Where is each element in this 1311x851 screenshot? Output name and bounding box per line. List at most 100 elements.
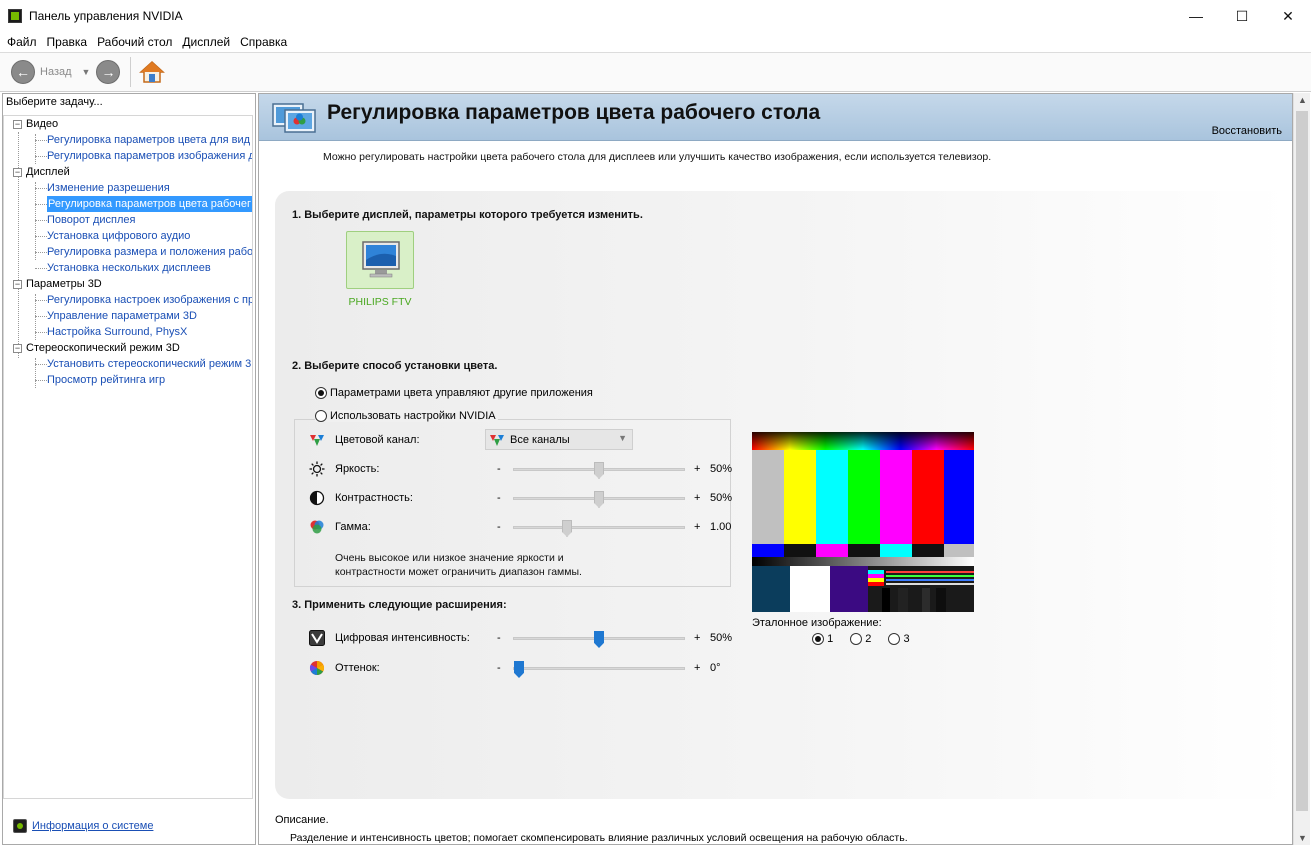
brightness-slider-thumb[interactable] — [594, 462, 604, 479]
menu-edit[interactable]: Правка — [42, 35, 93, 49]
digital-vibrance-slider[interactable] — [513, 631, 685, 648]
radio-nvidia-row[interactable]: Использовать настройки NVIDIA — [315, 410, 498, 422]
hue-minus[interactable]: - — [497, 662, 501, 674]
contrast-icon — [309, 490, 325, 506]
contrast-minus[interactable]: - — [497, 492, 501, 504]
forward-arrow-icon[interactable]: → — [96, 60, 121, 84]
reference-image-options: 1 2 3 — [812, 633, 910, 646]
reference-option-3[interactable]: 3 — [888, 633, 910, 646]
tree-item-manage-3d[interactable]: Управление параметрами 3D — [47, 308, 197, 324]
reference-radio-2[interactable] — [850, 633, 863, 646]
reference-radio-3[interactable] — [888, 633, 901, 646]
tree-item-video-image[interactable]: Регулировка параметров изображения д — [47, 148, 252, 164]
toolbar: ← Назад ▼ → — [0, 52, 1311, 92]
tree-item-game-ratings[interactable]: Просмотр рейтинга игр — [47, 372, 165, 388]
system-info-link[interactable]: Информация о системе — [32, 820, 153, 832]
step2-title: 2. Выберите способ установки цвета. — [292, 360, 498, 372]
minimize-button[interactable]: — — [1173, 0, 1219, 32]
tree-group-video[interactable]: − Видео — [13, 116, 58, 132]
reference-radio-1[interactable] — [812, 633, 824, 646]
collapse-icon[interactable]: − — [13, 279, 22, 289]
contrast-label: Контрастность: — [335, 492, 413, 504]
collapse-icon[interactable]: − — [13, 343, 22, 353]
radio-nvidia[interactable] — [315, 410, 327, 422]
system-info[interactable]: Информация о системе — [13, 819, 153, 833]
scroll-down-icon[interactable]: ▼ — [1298, 833, 1307, 843]
maximize-button[interactable]: ☐ — [1219, 0, 1265, 32]
home-icon[interactable] — [139, 60, 166, 84]
tree-group-label: Видео — [26, 118, 59, 130]
brightness-minus[interactable]: - — [497, 463, 501, 475]
contrast-plus[interactable]: + — [694, 492, 700, 504]
tree-item-multiple-displays[interactable]: Установка нескольких дисплеев — [47, 260, 211, 276]
gamma-plus[interactable]: + — [694, 521, 700, 533]
system-info-icon — [13, 819, 27, 833]
back-button-label[interactable]: Назад — [40, 66, 72, 78]
settings-panel: 1. Выберите дисплей, параметры которого … — [275, 191, 1290, 799]
scroll-thumb[interactable] — [1296, 111, 1308, 811]
contrast-slider[interactable] — [513, 491, 685, 508]
gamma-row: Гамма: - + 1.00 — [309, 518, 749, 537]
step3-title: 3. Применить следующие расширения: — [292, 599, 507, 611]
reference-option-label: 1 — [827, 633, 834, 645]
hue-plus[interactable]: + — [694, 662, 700, 674]
digital-vibrance-slider-thumb[interactable] — [594, 631, 604, 648]
tree-item-surround-physx[interactable]: Настройка Surround, PhysX — [47, 324, 187, 340]
digital-vibrance-row: Цифровая интенсивность: - + 50% — [309, 629, 749, 648]
display-name[interactable]: PHILIPS FTV — [345, 296, 415, 308]
tree-group-display[interactable]: − Дисплей — [13, 164, 70, 180]
tree-item-rotate-display[interactable]: Поворот дисплея — [47, 212, 135, 228]
gamma-minus[interactable]: - — [497, 521, 501, 533]
reference-test-pattern — [752, 432, 974, 612]
gamma-slider[interactable] — [513, 520, 685, 537]
tree-group-stereo[interactable]: − Стереоскопический режим 3D — [13, 340, 180, 356]
brightness-plus[interactable]: + — [694, 463, 700, 475]
hue-label: Оттенок: — [335, 662, 380, 674]
digital-vibrance-label: Цифровая интенсивность: — [335, 632, 470, 644]
tree-group-3d[interactable]: − Параметры 3D — [13, 276, 102, 292]
history-dropdown-icon[interactable]: ▼ — [82, 67, 91, 77]
tree-item-digital-audio[interactable]: Установка цифрового аудио — [47, 228, 190, 244]
menu-help[interactable]: Справка — [235, 35, 292, 49]
tree-item-change-resolution[interactable]: Изменение разрешения — [47, 180, 170, 196]
window-title: Панель управления NVIDIA — [29, 9, 183, 23]
brightness-slider[interactable] — [513, 462, 685, 479]
contrast-row: Контрастность: - + 50% — [309, 489, 749, 508]
description-text: Разделение и интенсивность цветов; помог… — [290, 832, 908, 844]
back-arrow-icon[interactable]: ← — [11, 60, 35, 84]
close-button[interactable]: ✕ — [1265, 0, 1311, 32]
hue-value: 0° — [710, 662, 721, 674]
tree-item-desktop-size[interactable]: Регулировка размера и положения рабо — [47, 244, 252, 260]
restore-button[interactable]: Восстановить — [1212, 125, 1282, 137]
hue-slider-thumb[interactable] — [514, 661, 524, 678]
contrast-slider-thumb[interactable] — [594, 491, 604, 508]
gamma-slider-thumb[interactable] — [562, 520, 572, 537]
display-tile[interactable] — [346, 231, 414, 289]
hue-row: Оттенок: - + 0° — [309, 659, 749, 678]
digital-vibrance-minus[interactable]: - — [497, 632, 501, 644]
menu-desktop[interactable]: Рабочий стол — [92, 35, 177, 49]
digital-vibrance-plus[interactable]: + — [694, 632, 700, 644]
gamma-label: Гамма: — [335, 521, 371, 533]
tree-item-3d-preview[interactable]: Регулировка настроек изображения с пр — [47, 292, 252, 308]
tree-item-set-stereo[interactable]: Установить стереоскопический режим 3 — [47, 356, 251, 372]
collapse-icon[interactable]: − — [13, 119, 22, 129]
tree-item-desktop-color[interactable]: Регулировка параметров цвета рабочег — [47, 196, 252, 212]
content-vertical-scrollbar[interactable]: ▲ ▼ — [1293, 93, 1310, 845]
tree-item-video-color[interactable]: Регулировка параметров цвета для вид — [47, 132, 250, 148]
menu-display[interactable]: Дисплей — [177, 35, 235, 49]
description-title: Описание. — [275, 814, 329, 826]
collapse-icon[interactable]: − — [13, 167, 22, 177]
color-channel-select[interactable]: Все каналы ▼ — [485, 429, 633, 450]
reference-option-2[interactable]: 2 — [850, 633, 871, 646]
scroll-up-icon[interactable]: ▲ — [1298, 95, 1307, 105]
radio-other-apps[interactable] — [315, 387, 327, 399]
radio-nvidia-label: Использовать настройки NVIDIA — [330, 410, 496, 422]
gamma-note: Очень высокое или низкое значение яркост… — [335, 551, 582, 579]
hue-slider[interactable] — [513, 661, 685, 678]
page-banner: Регулировка параметров цвета рабочего ст… — [259, 94, 1292, 141]
gamma-value: 1.00 — [710, 521, 732, 533]
reference-option-1[interactable]: 1 — [812, 633, 834, 646]
radio-other-apps-row[interactable]: Параметрами цвета управляют другие прило… — [315, 387, 593, 399]
menu-file[interactable]: Файл — [2, 35, 42, 49]
